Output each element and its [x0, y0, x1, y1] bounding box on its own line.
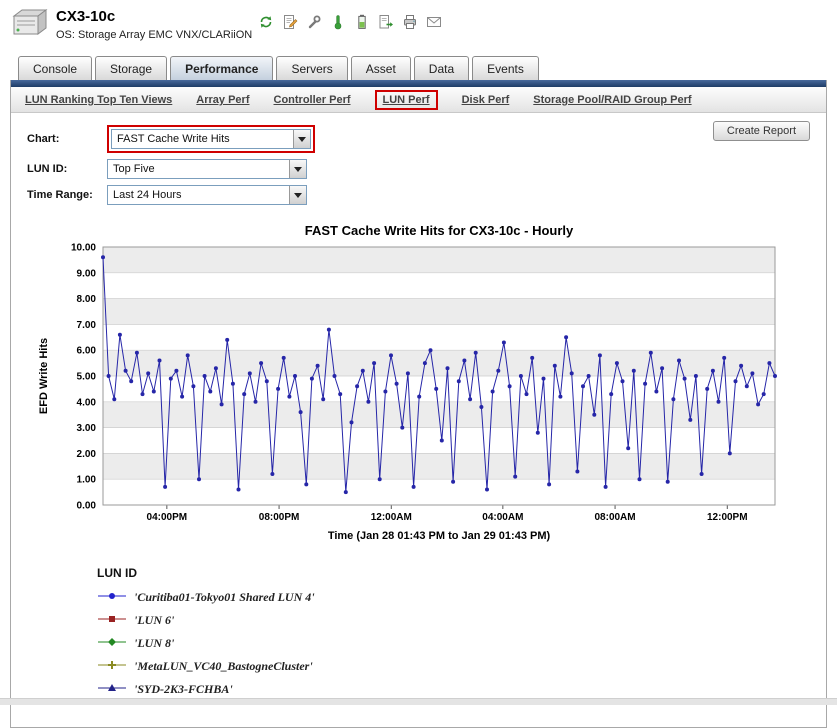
tab-servers[interactable]: Servers — [276, 56, 348, 80]
tab-accent-bar — [11, 80, 826, 87]
legend-marker-cross — [97, 657, 127, 675]
dropdown-arrow-button[interactable] — [293, 130, 310, 148]
time-range-label: Time Range: — [27, 189, 93, 201]
subnav-link-array-perf[interactable]: Array Perf — [196, 94, 249, 106]
control-rows: Chart: FAST Cache Write Hits LUN ID: Top Fi… — [27, 125, 810, 205]
chevron-down-icon — [294, 192, 302, 198]
control-row-time-range: Time Range: Last 24 Hours — [27, 185, 810, 205]
subnav-link-storage-pool-raid-group-perf[interactable]: Storage Pool/RAID Group Perf — [533, 94, 691, 106]
legend-label: 'LUN 8' — [134, 635, 175, 650]
legend-marker-circle — [97, 588, 127, 606]
svg-text:12:00AM: 12:00AM — [371, 512, 412, 523]
legend-title: LUN ID — [97, 566, 137, 580]
time-range-dropdown[interactable]: Last 24 Hours — [107, 185, 307, 205]
svg-text:5.00: 5.00 — [77, 372, 97, 383]
chart-label: Chart: — [27, 133, 60, 145]
page-title: CX3-10c — [56, 8, 116, 25]
legend-label: 'Curitiba01-Tokyo01 Shared LUN 4' — [134, 589, 315, 604]
chart-svg: FAST Cache Write Hits for CX3-10c - Hour… — [38, 223, 777, 542]
lun-id-dropdown[interactable]: Top Five — [107, 159, 307, 179]
legend-marker-square — [97, 611, 127, 629]
email-icon[interactable] — [426, 14, 442, 30]
y-axis-label: EFD Write Hits — [38, 338, 50, 414]
page: CX3-10c OS: Storage Array EMC VNX/CLARii… — [0, 0, 837, 728]
legend-entry: 'SYD-2K3-FCHBA' — [97, 680, 826, 698]
tools-icon[interactable] — [306, 14, 322, 30]
svg-text:12:00PM: 12:00PM — [707, 512, 748, 523]
legend-entry: 'LUN 8' — [97, 634, 826, 652]
toolbar — [258, 14, 442, 30]
chevron-down-icon — [294, 166, 302, 172]
legend-entry: 'Curitiba01-Tokyo01 Shared LUN 4' — [97, 588, 826, 606]
battery-icon[interactable] — [354, 14, 370, 30]
svg-text:2.00: 2.00 — [77, 449, 97, 460]
subnav: LUN Ranking Top Ten Views Array Perf Contr… — [11, 87, 826, 113]
x-axis-label: Time (Jan 28 01:43 PM to Jan 29 01:43 PM… — [328, 530, 551, 542]
svg-text:8.00: 8.00 — [77, 294, 97, 305]
subnav-link-controller-perf[interactable]: Controller Perf — [274, 94, 351, 106]
legend-marker-triangle — [97, 680, 127, 698]
chart: FAST Cache Write Hits for CX3-10c - Hour… — [33, 221, 826, 552]
annotation-box-lun-perf: LUN Perf — [374, 90, 438, 110]
time-range-dropdown-value: Last 24 Hours — [113, 189, 182, 201]
legend-label: 'LUN 6' — [134, 612, 175, 627]
plot-area: 0.00 1.00 2.00 3.00 4.00 5.00 6.00 7.00 8.00 9.00… — [71, 243, 777, 523]
legend-label: 'MetaLUN_VC40_BastogneCluster' — [134, 658, 313, 673]
lun-id-dropdown-value: Top Five — [113, 163, 155, 175]
header: CX3-10c OS: Storage Array EMC VNX/CLARii… — [0, 0, 837, 52]
svg-text:3.00: 3.00 — [77, 423, 97, 434]
thermometer-icon[interactable] — [330, 14, 346, 30]
legend-entry: 'MetaLUN_VC40_BastogneCluster' — [97, 657, 826, 675]
dropdown-arrow-button[interactable] — [289, 186, 306, 204]
chart-title: FAST Cache Write Hits for CX3-10c - Hour… — [305, 223, 574, 238]
chart-dropdown[interactable]: FAST Cache Write Hits — [111, 129, 311, 149]
tab-events[interactable]: Events — [472, 56, 539, 80]
tab-console[interactable]: Console — [18, 56, 93, 80]
svg-text:7.00: 7.00 — [77, 320, 97, 331]
export-icon[interactable] — [378, 14, 394, 30]
subnav-link-lun-ranking-top-ten-views[interactable]: LUN Ranking Top Ten Views — [25, 94, 172, 106]
dropdown-arrow-button[interactable] — [289, 160, 306, 178]
content-box: LUN Ranking Top Ten Views Array Perf Contr… — [10, 80, 827, 728]
chevron-down-icon — [298, 136, 306, 142]
svg-text:6.00: 6.00 — [77, 346, 97, 357]
svg-text:1.00: 1.00 — [77, 475, 97, 486]
refresh-icon[interactable] — [258, 14, 274, 30]
storage-array-icon — [8, 8, 48, 45]
tab-asset[interactable]: Asset — [350, 56, 411, 80]
legend-marker-diamond — [97, 634, 127, 652]
subnav-link-lun-perf[interactable]: LUN Perf — [383, 94, 430, 106]
create-report-button[interactable]: Create Report — [712, 121, 810, 141]
page-subtitle: OS: Storage Array EMC VNX/CLARiiON — [56, 29, 253, 41]
tabs: Console Storage Performance Servers Asset Dat… — [18, 56, 837, 80]
chart-dropdown-value: FAST Cache Write Hits — [117, 133, 230, 145]
control-row-lun-id: LUN ID: Top Five — [27, 159, 810, 179]
svg-text:0.00: 0.00 — [77, 501, 97, 512]
legend-entries: 'Curitiba01-Tokyo01 Shared LUN 4' 'LUN 6'… — [97, 588, 826, 698]
svg-text:08:00PM: 08:00PM — [259, 512, 300, 523]
svg-text:9.00: 9.00 — [77, 268, 97, 279]
tab-data[interactable]: Data — [413, 56, 470, 80]
controls: Chart: FAST Cache Write Hits LUN ID: Top Fi… — [11, 113, 826, 213]
subnav-link-disk-perf[interactable]: Disk Perf — [462, 94, 510, 106]
legend: LUN ID 'Curitiba01-Tokyo01 Shared LUN 4'… — [97, 566, 826, 698]
svg-text:4.00: 4.00 — [77, 397, 97, 408]
tab-performance[interactable]: Performance — [170, 56, 274, 80]
legend-label: 'SYD-2K3-FCHBA' — [134, 681, 233, 696]
annotation-box-chart-dropdown: FAST Cache Write Hits — [107, 125, 315, 153]
print-icon[interactable] — [402, 14, 418, 30]
svg-text:08:00AM: 08:00AM — [594, 512, 635, 523]
svg-text:04:00AM: 04:00AM — [482, 512, 523, 523]
control-row-chart: Chart: FAST Cache Write Hits — [27, 125, 810, 153]
svg-text:04:00PM: 04:00PM — [147, 512, 188, 523]
edit-report-icon[interactable] — [282, 14, 298, 30]
window-bottom-strip — [0, 698, 837, 705]
title-block: CX3-10c OS: Storage Array EMC VNX/CLARii… — [56, 8, 252, 41]
tab-storage[interactable]: Storage — [95, 56, 168, 80]
svg-text:10.00: 10.00 — [71, 243, 96, 254]
lun-id-label: LUN ID: — [27, 163, 68, 175]
legend-entry: 'LUN 6' — [97, 611, 826, 629]
